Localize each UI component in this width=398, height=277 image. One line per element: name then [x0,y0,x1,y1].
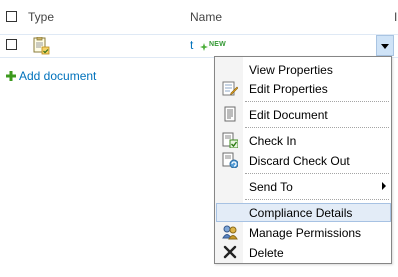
menu-separator [245,199,389,200]
discard-check-out-icon [222,152,239,169]
menu-separator [245,101,389,102]
menu-separator [245,173,389,174]
menu-item-discard-check-out[interactable]: Discard Check Out [216,151,391,170]
menu-item-label: Delete [249,246,284,260]
checked-out-document-icon [32,36,50,55]
menu-item-label: Send To [249,180,293,194]
item-context-menu: View Properties Edit Properties Edit Doc… [214,56,392,264]
menu-item-compliance-details[interactable]: Compliance Details [216,203,391,222]
check-in-icon [222,132,239,149]
menu-item-label: View Properties [249,63,333,77]
column-header-extra[interactable]: I [394,10,397,24]
menu-item-manage-permissions[interactable]: Manage Permissions [216,223,391,242]
document-title-link[interactable]: t [190,38,193,52]
menu-separator [245,127,389,128]
menu-item-label: Edit Document [249,108,328,122]
delete-x-icon [222,244,238,260]
manage-permissions-icon [222,224,238,240]
menu-item-edit-document[interactable]: Edit Document [216,105,391,124]
menu-item-label: Compliance Details [249,206,353,220]
plus-icon[interactable] [6,70,16,81]
submenu-arrow-icon [382,182,386,190]
menu-item-label: Edit Properties [249,82,328,96]
new-badge: NEW [209,41,226,48]
menu-item-label: Check In [249,134,297,148]
item-menu-dropdown-button[interactable] [376,35,394,56]
add-document-link[interactable]: Add document [19,69,96,83]
new-star-icon [200,40,208,51]
menu-item-view-properties[interactable]: View Properties [216,60,391,79]
select-all-checkbox[interactable] [6,11,17,22]
table-row[interactable] [0,34,398,58]
menu-item-label: Manage Permissions [249,226,362,240]
column-header-name[interactable]: Name [190,10,222,24]
edit-properties-icon [222,80,239,96]
menu-item-label: Discard Check Out [249,154,350,168]
menu-item-delete[interactable]: Delete [216,243,391,262]
menu-item-edit-properties[interactable]: Edit Properties [216,79,391,98]
chevron-down-icon [381,44,389,49]
document-icon [222,106,238,122]
column-header-type[interactable]: Type [28,10,54,24]
row-checkbox[interactable] [6,39,17,50]
menu-item-send-to[interactable]: Send To [216,177,391,196]
menu-item-check-in[interactable]: Check In [216,131,391,150]
